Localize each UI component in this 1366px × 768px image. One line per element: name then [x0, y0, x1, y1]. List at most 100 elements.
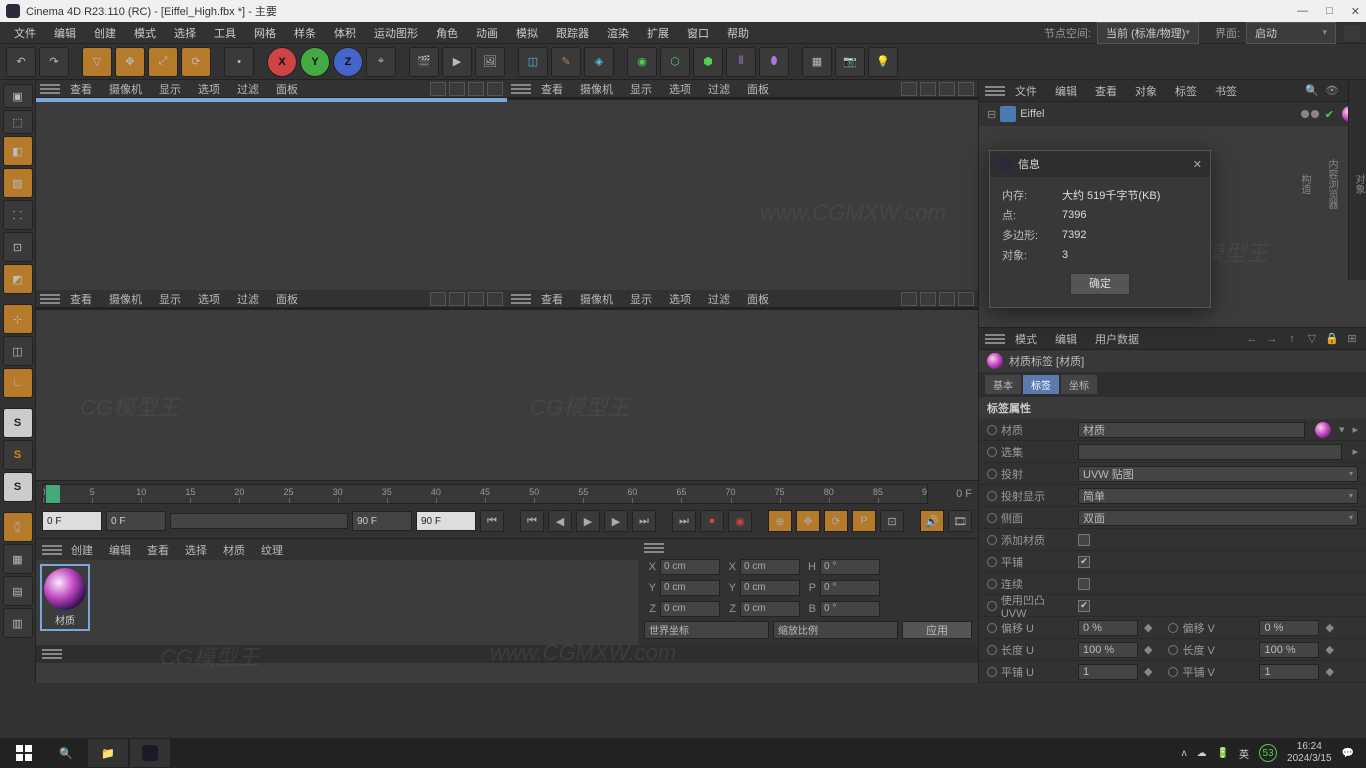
pen-tool[interactable]: ✎ [551, 47, 581, 77]
vp-nav-icon[interactable] [449, 292, 465, 306]
rot-p-field[interactable]: 0 ° [820, 580, 880, 596]
vis-dot[interactable] [1311, 110, 1319, 118]
vp-menu-options[interactable]: 选项 [191, 80, 227, 98]
vis-dot[interactable] [1301, 110, 1309, 118]
autokey-button[interactable]: ◉ [728, 510, 752, 532]
om-eye-icon[interactable]: 👁 [1324, 83, 1340, 99]
tl-current-field[interactable]: 0 F [106, 511, 166, 531]
move-tool[interactable]: ✥ [115, 47, 145, 77]
vp-menu-camera[interactable]: 摄像机 [573, 80, 620, 98]
prev-frame-button[interactable]: ◀ [548, 510, 572, 532]
menu-simulate[interactable]: 模拟 [508, 23, 546, 43]
snap-s2[interactable]: S [3, 440, 33, 470]
vp-nav-icon[interactable] [487, 292, 503, 306]
vp-menu-filter[interactable]: 过滤 [230, 80, 266, 98]
om-hamburger-icon[interactable] [985, 86, 1005, 96]
vp-hamburger-icon[interactable] [40, 84, 60, 94]
menu-render[interactable]: 渲染 [599, 23, 637, 43]
dialog-ok-button[interactable]: 确定 [1070, 273, 1130, 295]
vp-nav-icon[interactable] [468, 292, 484, 306]
tray-badge[interactable]: 53 [1259, 744, 1277, 762]
attr-tile-checkbox[interactable]: ✔ [1078, 556, 1090, 568]
vp-menu-camera[interactable]: 摄像机 [102, 290, 149, 308]
attr-menu-edit[interactable]: 编辑 [1047, 330, 1085, 348]
vp-nav-icon[interactable] [468, 82, 484, 96]
attr-selection-field[interactable] [1078, 444, 1342, 460]
maximize-button[interactable]: □ [1326, 5, 1333, 18]
edge-tab[interactable]: 内容浏览器 [1324, 159, 1339, 209]
om-menu-object[interactable]: 对象 [1127, 82, 1165, 100]
tray-cloud-icon[interactable]: ☁ [1197, 748, 1207, 759]
viewport-solo[interactable]: ◫ [3, 336, 33, 366]
attr-fwd-icon[interactable]: → [1264, 331, 1280, 347]
mat-menu-texture[interactable]: 纹理 [254, 541, 290, 559]
snap-s1[interactable]: S [3, 408, 33, 438]
attr-tab-basic[interactable]: 基本 [985, 375, 1021, 394]
mat-menu-select[interactable]: 选择 [178, 541, 214, 559]
scale-tool[interactable]: ⤢ [148, 47, 178, 77]
attr-menu-userdata[interactable]: 用户数据 [1087, 330, 1147, 348]
vp-menu-view[interactable]: 查看 [63, 80, 99, 98]
tray-notifications-icon[interactable]: 💬 [1342, 748, 1354, 759]
menu-mograph[interactable]: 运动图形 [366, 23, 426, 43]
goto-start-button[interactable]: ⏮ [480, 510, 504, 532]
grid-icon-2[interactable]: ▤ [3, 576, 33, 606]
dialog-close-button[interactable]: ✕ [1193, 158, 1202, 171]
key-scale[interactable]: ✥ [796, 510, 820, 532]
vp-menu-options[interactable]: 选项 [662, 290, 698, 308]
vp-menu-display[interactable]: 显示 [152, 80, 188, 98]
mode-edge[interactable]: ⊡ [3, 232, 33, 262]
menu-mesh[interactable]: 网格 [246, 23, 284, 43]
vp-menu-display[interactable]: 显示 [623, 290, 659, 308]
attr-projdisp-select[interactable]: 简单 [1078, 488, 1358, 504]
vp-hamburger-icon[interactable] [511, 84, 531, 94]
vp-menu-display[interactable]: 显示 [152, 290, 188, 308]
vp-nav-icon[interactable] [430, 82, 446, 96]
edge-tab[interactable]: 对象 [1351, 174, 1366, 194]
mode-model[interactable]: ⬚ [3, 110, 33, 134]
camera-tool[interactable]: 📷 [835, 47, 865, 77]
viewport-front[interactable]: 正视图 网格间距 : 50 cm YX [507, 308, 978, 310]
om-menu-file[interactable]: 文件 [1007, 82, 1045, 100]
sound-button[interactable]: 🔊 [920, 510, 944, 532]
menu-window[interactable]: 窗口 [679, 23, 717, 43]
right-edge-tabs[interactable]: 对象 内容浏览器 构造 [1348, 80, 1366, 280]
mat-hamburger-icon[interactable] [42, 545, 62, 555]
attr-addmat-checkbox[interactable] [1078, 534, 1090, 546]
attr-useuvw-checkbox[interactable]: ✔ [1078, 600, 1090, 612]
viewport-top[interactable]: 顶视图 网格间距 : 5 cm [507, 98, 978, 100]
attr-tilev-field[interactable]: 1 [1259, 664, 1319, 680]
interface-select[interactable]: 启动 [1246, 22, 1336, 44]
attr-up-icon[interactable]: ↑ [1284, 331, 1300, 347]
rot-h-field[interactable]: 0 ° [820, 559, 880, 575]
attr-filter-icon[interactable]: ▽ [1304, 331, 1320, 347]
apply-button[interactable]: 应用 [902, 621, 972, 639]
menu-tracker[interactable]: 跟踪器 [548, 23, 597, 43]
menu-character[interactable]: 角色 [428, 23, 466, 43]
play-button[interactable]: ▶ [576, 510, 600, 532]
om-search-icon[interactable]: 🔍 [1304, 83, 1320, 99]
rot-b-field[interactable]: 0 ° [820, 601, 880, 617]
size-y-field[interactable]: 0 cm [740, 580, 800, 596]
mat-menu-edit[interactable]: 编辑 [102, 541, 138, 559]
pos-x-field[interactable]: 0 cm [660, 559, 720, 575]
mograph-cloner[interactable]: ⬡ [660, 47, 690, 77]
render-view[interactable]: ▶ [442, 47, 472, 77]
size-x-field[interactable]: 0 cm [740, 559, 800, 575]
cube-primitive[interactable]: ◫ [518, 47, 548, 77]
tl-range-field[interactable]: 90 F [352, 511, 412, 531]
film-button[interactable]: 🎞 [948, 510, 972, 532]
attr-side-select[interactable]: 双面 [1078, 510, 1358, 526]
vp-nav-icon[interactable] [487, 82, 503, 96]
key-rot[interactable]: ⟳ [824, 510, 848, 532]
mat-menu-create[interactable]: 创建 [64, 541, 100, 559]
vp-menu-camera[interactable]: 摄像机 [102, 80, 149, 98]
layout-icon[interactable] [1344, 25, 1360, 41]
timeline-ruler[interactable]: 051015202530354045505560657075808590 [42, 484, 928, 504]
material-ball-icon[interactable] [1315, 422, 1331, 438]
key-pos[interactable]: ⊕ [768, 510, 792, 532]
coord-hamburger-icon[interactable] [644, 543, 664, 553]
vp-nav-icon[interactable] [939, 82, 955, 96]
attr-lock-icon[interactable]: 🔒 [1324, 331, 1340, 347]
tl-start-field[interactable]: 0 F [42, 511, 102, 531]
